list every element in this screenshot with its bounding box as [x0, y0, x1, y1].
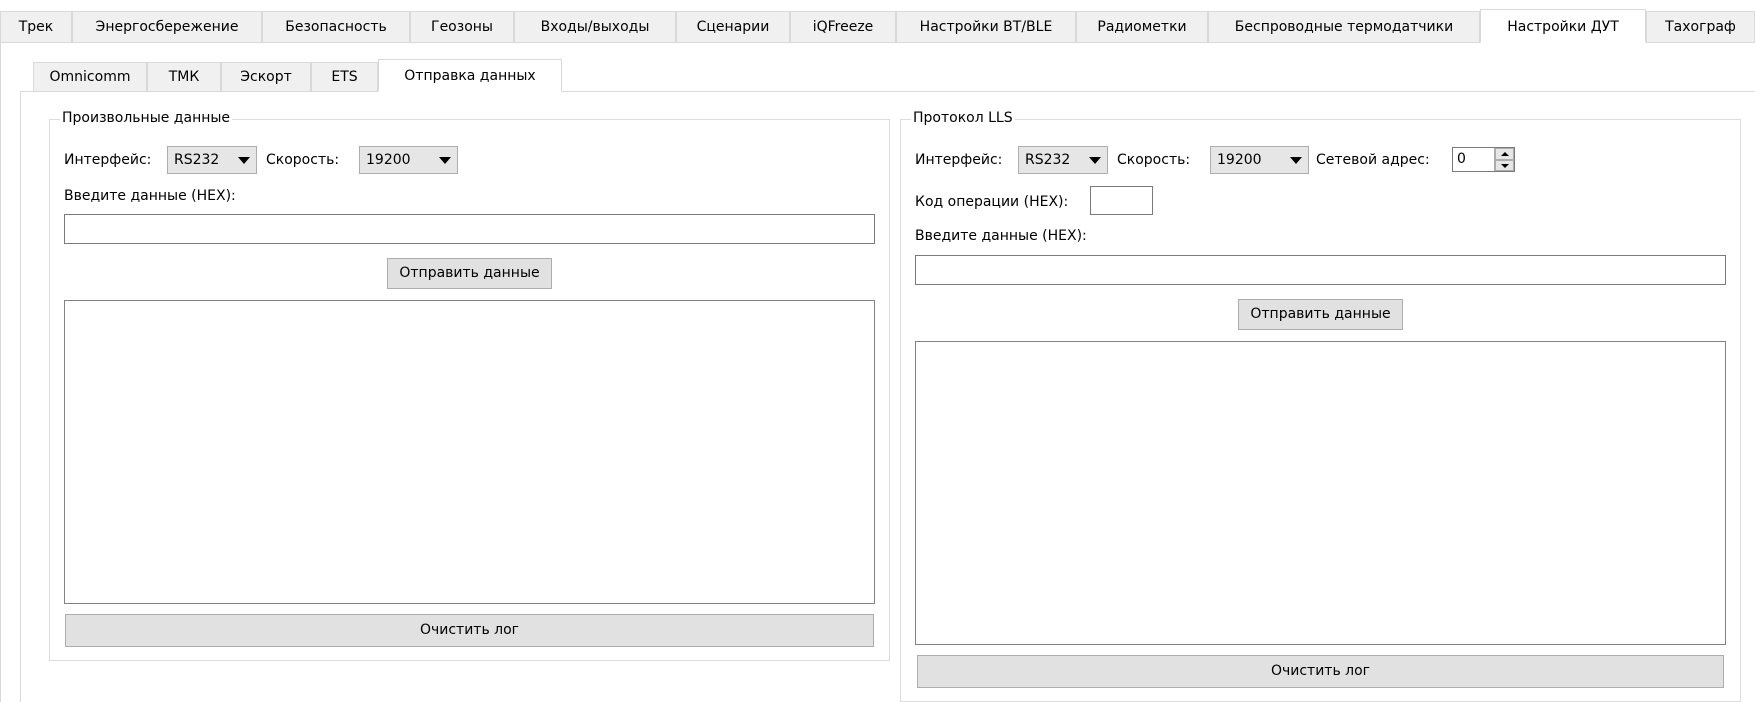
left-data-label: Введите данные (HEX):	[64, 188, 236, 204]
arrow-up-icon	[1501, 152, 1509, 156]
right-interface-label: Интерфейс:	[915, 152, 1003, 168]
tab-tachograph[interactable]: Тахограф	[1646, 11, 1755, 43]
tab-radio-tags[interactable]: Радиометки	[1076, 11, 1208, 43]
right-speed-select[interactable]: 19200	[1210, 146, 1309, 174]
left-interface-value: RS232	[174, 152, 220, 168]
subtab-omnicomm[interactable]: Omnicomm	[33, 62, 147, 92]
right-send-data-button[interactable]: Отправить данные	[1238, 299, 1403, 330]
right-opcode-input[interactable]	[1090, 186, 1153, 215]
right-interface-select[interactable]: RS232	[1018, 146, 1108, 174]
right-address-value: 0	[1457, 151, 1466, 167]
dropdown-arrow-icon	[238, 157, 250, 164]
settings-tab-bar: Трек Энергосбережение Безопасность Геозо…	[0, 9, 1755, 43]
left-speed-value: 19200	[366, 152, 411, 168]
tab-fuel-sensor-settings[interactable]: Настройки ДУТ	[1480, 9, 1646, 43]
left-clear-log-button[interactable]: Очистить лог	[65, 614, 874, 647]
spin-down-button[interactable]	[1495, 159, 1514, 171]
tab-track[interactable]: Трек	[0, 11, 72, 43]
left-speed-select[interactable]: 19200	[359, 146, 458, 174]
lls-protocol-group-title: Протокол LLS	[911, 109, 1015, 127]
arrow-down-icon	[1501, 163, 1509, 168]
right-speed-label: Скорость:	[1117, 152, 1191, 168]
dropdown-arrow-icon	[439, 157, 451, 164]
subtab-ets[interactable]: ETS	[311, 62, 378, 92]
custom-data-group-title: Произвольные данные	[60, 109, 233, 127]
tab-iqfreeze[interactable]: iQFreeze	[790, 11, 896, 43]
left-speed-label: Скорость:	[266, 152, 340, 168]
right-opcode-label: Код операции (HEX):	[915, 194, 1069, 210]
tab-geozones[interactable]: Геозоны	[410, 11, 514, 43]
tab-wireless-thermosensors[interactable]: Беспроводные термодатчики	[1208, 11, 1480, 43]
tab-security[interactable]: Безопасность	[262, 11, 410, 43]
right-opcode-value	[1091, 190, 1095, 206]
left-log-area[interactable]	[64, 300, 875, 604]
left-interface-label: Интерфейс:	[64, 152, 152, 168]
left-hex-data-value	[65, 218, 69, 234]
right-log-area[interactable]	[915, 341, 1726, 645]
right-network-address-spinbox[interactable]: 0	[1452, 147, 1515, 172]
right-data-label: Введите данные (HEX):	[915, 228, 1087, 244]
right-hex-data-input[interactable]	[915, 255, 1726, 285]
right-interface-value: RS232	[1025, 152, 1071, 168]
dropdown-arrow-icon	[1089, 157, 1101, 164]
right-address-label: Сетевой адрес:	[1316, 152, 1430, 168]
tab-bt-ble-settings[interactable]: Настройки BT/BLE	[896, 11, 1076, 43]
subtab-send-data[interactable]: Отправка данных	[378, 59, 562, 92]
right-speed-value: 19200	[1217, 152, 1262, 168]
tab-energy-saving[interactable]: Энергосбережение	[72, 11, 262, 43]
left-send-data-button[interactable]: Отправить данные	[387, 258, 552, 289]
address-spin-buttons	[1494, 148, 1514, 171]
subtab-tmk[interactable]: ТМК	[147, 62, 221, 92]
left-hex-data-input[interactable]	[64, 214, 875, 244]
tab-inputs-outputs[interactable]: Входы/выходы	[514, 11, 676, 43]
right-clear-log-button[interactable]: Очистить лог	[917, 655, 1724, 688]
dropdown-arrow-icon	[1290, 157, 1302, 164]
spin-up-button[interactable]	[1495, 148, 1514, 160]
subtab-escort[interactable]: Эскорт	[221, 62, 311, 92]
tab-scenarios[interactable]: Сценарии	[676, 11, 790, 43]
right-hex-data-value	[916, 259, 920, 275]
left-interface-select[interactable]: RS232	[167, 146, 257, 174]
